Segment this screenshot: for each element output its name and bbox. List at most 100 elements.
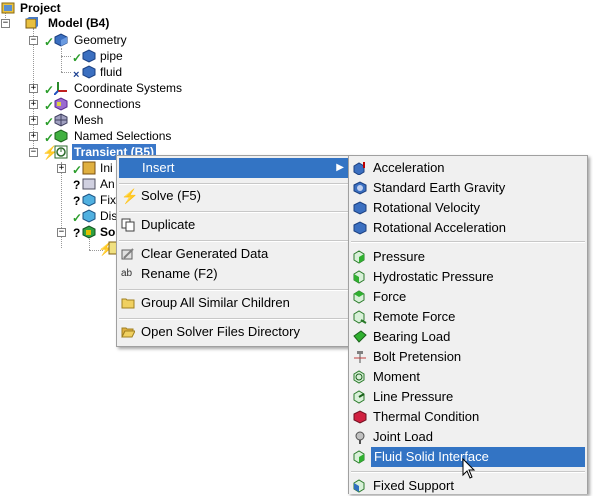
bearing-load-icon	[353, 330, 367, 343]
menu-item-label: Force	[373, 289, 407, 304]
menu-separator	[119, 183, 348, 185]
check-icon: ✓	[72, 163, 83, 177]
question-icon: ?	[73, 194, 81, 208]
menu-item-clear-generated-data[interactable]: Clear Generated Data	[117, 244, 350, 264]
menu-item-label: Pressure	[373, 249, 426, 264]
menu-item-moment[interactable]: Moment	[349, 367, 587, 387]
tree-label: Project	[20, 1, 61, 15]
menu-item-solve[interactable]: ⚡ Solve (F5)	[117, 186, 350, 206]
menu-item-label: Moment	[373, 369, 420, 384]
menu-item-pressure[interactable]: Pressure	[349, 247, 587, 267]
tree-connector	[61, 56, 71, 57]
folder-icon	[121, 298, 135, 309]
menu-item-fluid-solid-interface[interactable]: Fluid Solid Interface	[371, 447, 585, 467]
check-icon: ✓	[44, 99, 55, 113]
menu-item-label: Solve (F5)	[141, 188, 201, 203]
menu-separator	[119, 289, 348, 291]
menu-item-label: Bearing Load	[373, 329, 451, 344]
menu-item-insert[interactable]: Insert ▶	[119, 158, 348, 178]
mouse-cursor-icon	[462, 458, 476, 479]
clear-data-icon	[121, 248, 134, 260]
menu-item-label: Remote Force	[373, 309, 456, 324]
transient-icon	[54, 145, 68, 159]
analysis-settings-icon	[82, 178, 96, 190]
menu-item-force[interactable]: Force	[349, 287, 587, 307]
check-icon: ✓	[44, 131, 55, 145]
check-icon: ✓	[44, 35, 55, 49]
question-icon: ?	[73, 178, 81, 192]
menu-item-label: Fixed Support	[373, 478, 454, 493]
menu-item-duplicate[interactable]: Duplicate	[117, 215, 350, 235]
menu-item-standard-earth-gravity[interactable]: Standard Earth Gravity	[349, 178, 587, 198]
menu-item-rotational-velocity[interactable]: Rotational Velocity	[349, 198, 587, 218]
menu-item-joint-load[interactable]: Joint Load	[349, 427, 587, 447]
menu-item-label: Group All Similar Children	[141, 295, 290, 310]
tree-label: An	[100, 177, 115, 191]
collapse-toggle[interactable]: −	[1, 19, 10, 28]
collapse-toggle[interactable]: −	[57, 228, 66, 237]
check-icon: ✓	[72, 51, 83, 65]
menu-item-bearing-load[interactable]: Bearing Load	[349, 327, 587, 347]
tree-label: Connections	[74, 97, 141, 111]
menu-item-label: Bolt Pretension	[373, 349, 462, 364]
pressure-icon	[353, 250, 365, 264]
expand-toggle[interactable]: +	[29, 132, 38, 141]
menu-item-label: Open Solver Files Directory	[141, 324, 300, 339]
menu-item-label: Acceleration	[373, 160, 445, 175]
thermal-condition-icon	[353, 410, 367, 424]
duplicate-icon	[121, 218, 135, 232]
menu-item-label: Rotational Velocity	[373, 200, 480, 215]
menu-item-label: Line Pressure	[373, 389, 454, 404]
tree-label: Geometry	[74, 33, 127, 47]
acceleration-icon	[353, 162, 365, 175]
force-icon	[353, 290, 365, 304]
menu-item-rename[interactable]: ab Rename (F2)	[117, 264, 350, 284]
check-icon: ✓	[44, 83, 55, 97]
menu-separator	[351, 241, 585, 243]
expand-toggle[interactable]: +	[57, 164, 66, 173]
connections-icon	[54, 97, 68, 111]
menu-item-group-all-similar-children[interactable]: Group All Similar Children	[117, 293, 350, 313]
collapse-toggle[interactable]: −	[29, 36, 38, 45]
named-selections-icon	[54, 129, 68, 143]
earth-gravity-icon	[353, 181, 367, 195]
menu-item-bolt-pretension[interactable]: Bolt Pretension	[349, 347, 587, 367]
geometry-icon	[54, 33, 68, 47]
body-icon	[82, 49, 96, 63]
menu-item-rotational-acceleration[interactable]: Rotational Acceleration	[349, 218, 587, 238]
submenu-arrow-icon: ▶	[336, 162, 344, 173]
moment-icon	[353, 370, 365, 384]
solution-icon	[82, 225, 96, 239]
coordinate-systems-icon	[54, 82, 67, 95]
bolt-pretension-icon	[354, 351, 366, 363]
fixed-support-icon	[353, 479, 365, 493]
expand-toggle[interactable]: +	[29, 84, 38, 93]
solve-icon: ⚡	[121, 188, 139, 204]
tree-label: Dis	[100, 209, 118, 223]
rotational-acceleration-icon	[353, 221, 367, 235]
tree-connector	[61, 48, 62, 72]
expand-toggle[interactable]: +	[29, 100, 38, 109]
tree-label: Model (B4)	[48, 16, 110, 30]
menu-separator	[119, 240, 348, 242]
tree-label: pipe	[100, 49, 123, 63]
mesh-icon	[54, 113, 68, 127]
menu-item-label: Thermal Condition	[373, 409, 480, 424]
menu-item-hydrostatic-pressure[interactable]: Hydrostatic Pressure	[349, 267, 587, 287]
rotational-velocity-icon	[353, 201, 367, 215]
menu-item-label: Rename (F2)	[141, 266, 218, 281]
check-icon: ✓	[44, 115, 55, 129]
displacement-icon	[82, 209, 96, 223]
expand-toggle[interactable]: +	[29, 116, 38, 125]
menu-item-line-pressure[interactable]: Line Pressure	[349, 387, 587, 407]
menu-item-remote-force[interactable]: Remote Force	[349, 307, 587, 327]
menu-item-thermal-condition[interactable]: Thermal Condition	[349, 407, 587, 427]
fixed-support-icon	[82, 193, 96, 207]
line-pressure-icon	[353, 390, 365, 404]
menu-item-label: Hydrostatic Pressure	[373, 269, 494, 284]
collapse-toggle[interactable]: −	[29, 148, 38, 157]
tree-label: Ini	[100, 161, 113, 175]
menu-item-acceleration[interactable]: Acceleration	[349, 158, 587, 178]
context-menu: Insert ▶ ⚡ Solve (F5) Duplicate Clear Ge…	[116, 155, 351, 347]
menu-item-open-solver-files-directory[interactable]: Open Solver Files Directory	[117, 322, 350, 342]
